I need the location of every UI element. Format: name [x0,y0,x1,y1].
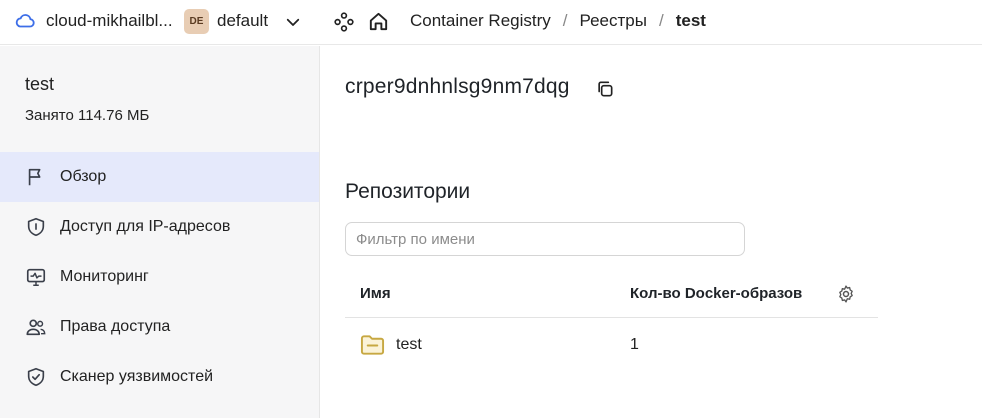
top-bar: cloud-mikhailbl... DE default Container … [0,0,982,45]
breadcrumb-separator: / [562,11,568,30]
sidebar-storage-usage: Занято 114.76 МБ [25,107,150,124]
folder-icon [360,335,385,355]
breadcrumb-container-registry[interactable]: Container Registry [410,11,551,31]
copy-icon[interactable] [595,79,615,99]
column-header-name[interactable]: Имя [360,285,391,302]
breadcrumb-separator: / [658,11,664,30]
services-icon[interactable] [333,11,355,33]
repositories-table: Имя Кол-во Docker-образов test 1 [345,268,878,372]
gear-icon[interactable] [836,284,856,304]
sidebar-item-label: Обзор [60,168,107,185]
sidebar-item-ip-access[interactable]: Доступ для IP-адресов [0,202,319,252]
chevron-down-icon[interactable] [284,13,302,31]
breadcrumb: Container Registry / Реестры / test [410,11,706,31]
column-header-image-count[interactable]: Кол-во Docker-образов [630,285,802,302]
users-icon [24,315,48,339]
sidebar-title: test [25,74,55,94]
cloud-icon [15,14,35,28]
sidebar-item-label: Мониторинг [60,268,149,285]
sidebar-item-access-rights[interactable]: Права доступа [0,302,319,352]
sidebar-item-label: Сканер уязвимостей [60,368,214,385]
repositories-title: Репозитории [345,180,471,203]
table-row[interactable]: test 1 [345,318,878,372]
cloud-selector[interactable]: cloud-mikhailbl... [14,10,173,32]
registry-id: crper9dnhnlsg9nm7dqg [345,75,570,98]
sidebar-item-overview[interactable]: Обзор [0,152,319,202]
repository-name[interactable]: test [396,336,422,354]
home-icon[interactable] [367,10,390,33]
shield-icon [24,215,48,239]
sidebar: test Занято 114.76 МБ Обзор Доступ для I… [0,46,320,418]
table-header: Имя Кол-во Docker-образов [345,268,878,318]
repository-image-count: 1 [630,336,639,353]
sidebar-item-label: Права доступа [60,318,171,335]
folder-name[interactable]: default [217,11,268,31]
sidebar-item-monitoring[interactable]: Мониторинг [0,252,319,302]
filter-input[interactable] [345,222,745,256]
breadcrumb-current: test [675,11,706,30]
folder-badge: DE [184,9,209,34]
flag-icon [24,165,48,189]
breadcrumb-registries[interactable]: Реестры [580,11,647,31]
cloud-name: cloud-mikhailbl... [46,11,173,30]
sidebar-item-vulnerability-scanner[interactable]: Сканер уязвимостей [0,352,319,402]
shield-check-icon [24,365,48,389]
monitor-icon [24,265,48,289]
sidebar-item-label: Доступ для IP-адресов [60,218,231,235]
